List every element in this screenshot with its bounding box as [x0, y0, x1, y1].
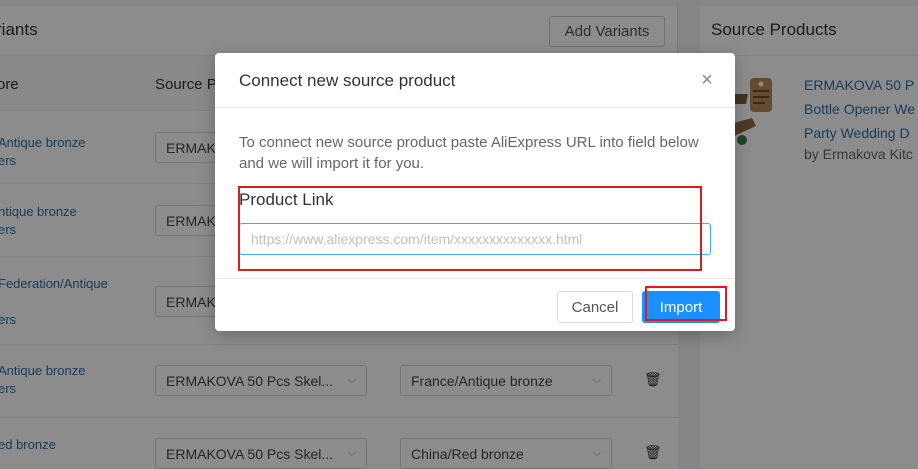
cancel-button[interactable]: Cancel	[557, 291, 633, 323]
import-button[interactable]: Import	[642, 291, 720, 323]
product-link-input[interactable]	[239, 223, 711, 255]
close-icon[interactable]: ×	[695, 68, 719, 92]
modal-header: Connect new source product ×	[215, 53, 735, 108]
modal-description: To connect new source product paste AliE…	[239, 134, 699, 172]
modal-title: Connect new source product	[239, 71, 456, 90]
product-link-label: Product Link	[239, 190, 334, 209]
connect-source-product-modal: Connect new source product × To connect …	[215, 53, 735, 331]
modal-footer: Cancel Import	[215, 278, 735, 331]
